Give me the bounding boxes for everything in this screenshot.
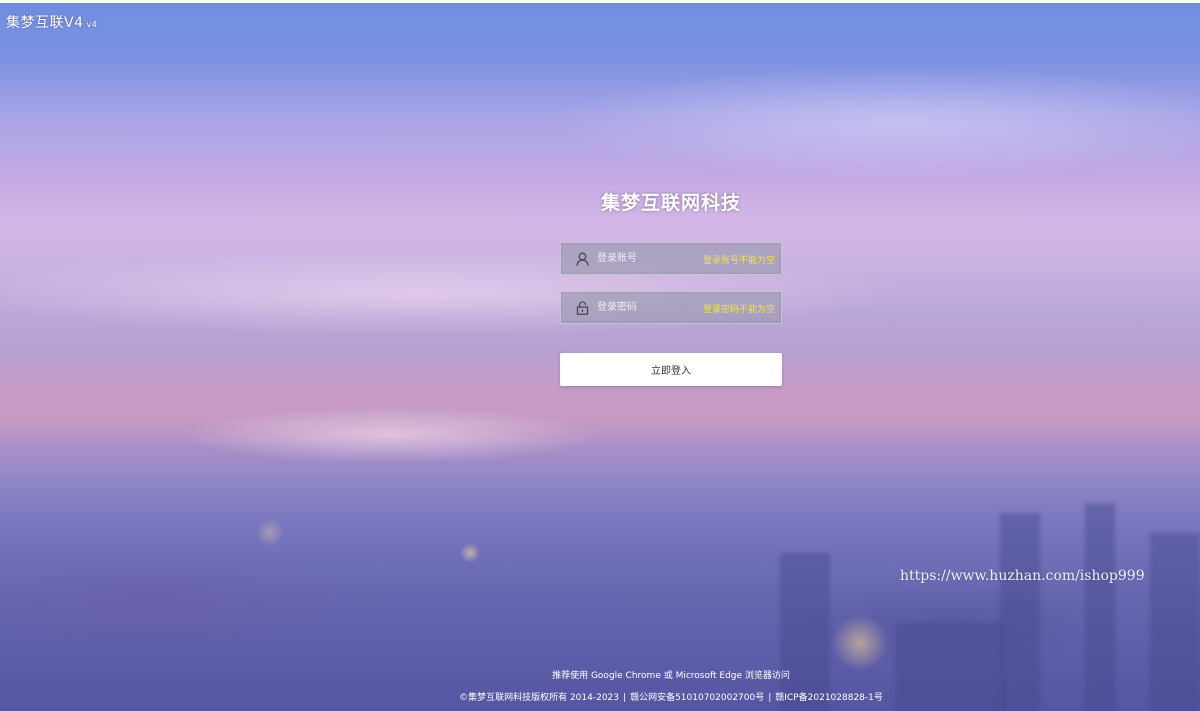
- login-title: 集梦互联网科技: [600, 192, 741, 214]
- icp-record-link[interactable]: 赣ICP备2021028828-1号: [775, 693, 883, 703]
- separator: |: [623, 693, 627, 703]
- version-badge: v4: [86, 20, 98, 29]
- app-logo: 集梦互联V4 v4: [6, 12, 97, 32]
- copyright-bar: ©集梦互联网科技版权所有 2014-2023 | 赣公网安备510107020027…: [0, 690, 1200, 703]
- police-record-link[interactable]: 赣公网安备51010702002700号: [630, 693, 764, 703]
- account-error: 登录账号不能为空: [702, 256, 775, 266]
- logo-text: 集梦互联V4: [6, 15, 84, 31]
- password-input[interactable]: [597, 292, 697, 323]
- password-field[interactable]: 登录密码不能为空: [560, 291, 782, 324]
- browser-recommendation: 推荐使用 Google Chrome 或 Microsoft Edge 浏览器访…: [552, 671, 790, 681]
- copyright-text: ©集梦互联网科技版权所有 2014-2023: [459, 693, 620, 703]
- password-error: 登录密码不能为空: [702, 305, 775, 315]
- watermark-text: https://www.huzhan.com/ishop999: [900, 568, 1145, 584]
- account-input[interactable]: [597, 243, 697, 274]
- user-icon: [576, 252, 589, 266]
- separator: |: [768, 693, 772, 703]
- login-submit-button[interactable]: 立即登入: [560, 353, 782, 386]
- lock-icon: [576, 301, 589, 315]
- account-field[interactable]: 登录账号不能为空: [560, 242, 782, 275]
